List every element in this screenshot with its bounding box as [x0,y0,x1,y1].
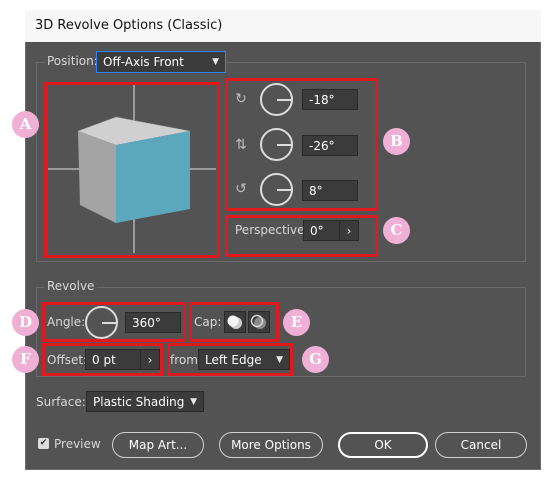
annotation-box-e [189,302,279,342]
surface-label: Surface: [36,395,86,409]
annotation-badge-f: F [12,346,39,373]
chevron-down-icon: ▼ [212,57,219,67]
annotation-badge-e: E [283,309,310,336]
position-dropdown[interactable]: Off-Axis Front ▼ [96,51,226,73]
annotation-box-f [42,343,163,376]
annotation-box-d [42,302,186,342]
position-label: Position: [45,54,100,68]
more-options-button[interactable]: More Options [219,432,323,458]
annotation-box-c [225,215,378,257]
annotation-box-g [167,343,293,376]
annotation-box-b [225,78,378,211]
chevron-down-icon: ▼ [190,397,197,407]
annotation-box-a [44,82,220,258]
annotation-badge-d: D [12,309,39,336]
dialog-title: 3D Revolve Options (Classic) [25,10,541,42]
revolve-section-title: Revolve [44,279,98,293]
cancel-button[interactable]: Cancel [435,432,527,458]
annotation-badge-a: A [12,111,39,138]
preview-checkbox[interactable]: ✔ [38,438,49,449]
map-art-button[interactable]: Map Art... [112,432,204,458]
surface-dropdown[interactable]: Plastic Shading ▼ [86,391,204,412]
annotation-badge-b: B [383,128,410,155]
surface-dropdown-value: Plastic Shading [93,395,185,409]
ok-button[interactable]: OK [338,432,428,458]
annotation-badge-g: G [302,346,329,373]
position-dropdown-value: Off-Axis Front [103,55,184,69]
annotation-badge-c: C [383,217,410,244]
preview-label[interactable]: Preview [54,437,101,451]
